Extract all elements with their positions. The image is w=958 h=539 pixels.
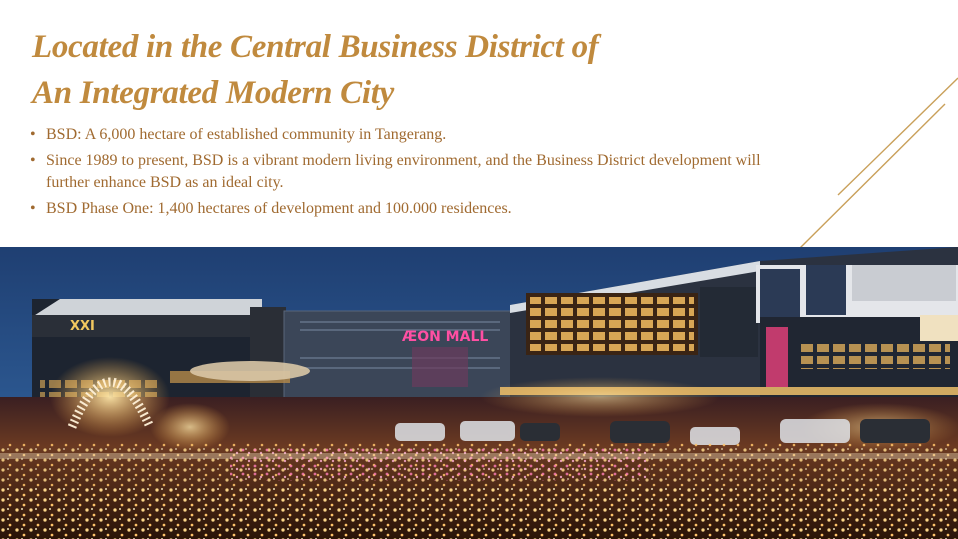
mall-sign: ÆON MALL — [402, 329, 488, 345]
mall-night-photo: XXI ÆON MALL — [0, 247, 958, 539]
slide-title-line-1: Located in the Central Business District… — [32, 29, 599, 65]
slide-title: Located in the Central Business District… — [32, 24, 599, 116]
bullet-item: BSD: A 6,000 hectare of established comm… — [30, 124, 790, 146]
bullet-item: BSD Phase One: 1,400 hectares of develop… — [30, 198, 790, 220]
slide-title-line-2: An Integrated Modern City — [32, 75, 394, 111]
bullet-item: Since 1989 to present, BSD is a vibrant … — [30, 150, 790, 194]
bullet-list: BSD: A 6,000 hectare of established comm… — [30, 124, 790, 224]
cinema-sign: XXI — [70, 319, 95, 334]
